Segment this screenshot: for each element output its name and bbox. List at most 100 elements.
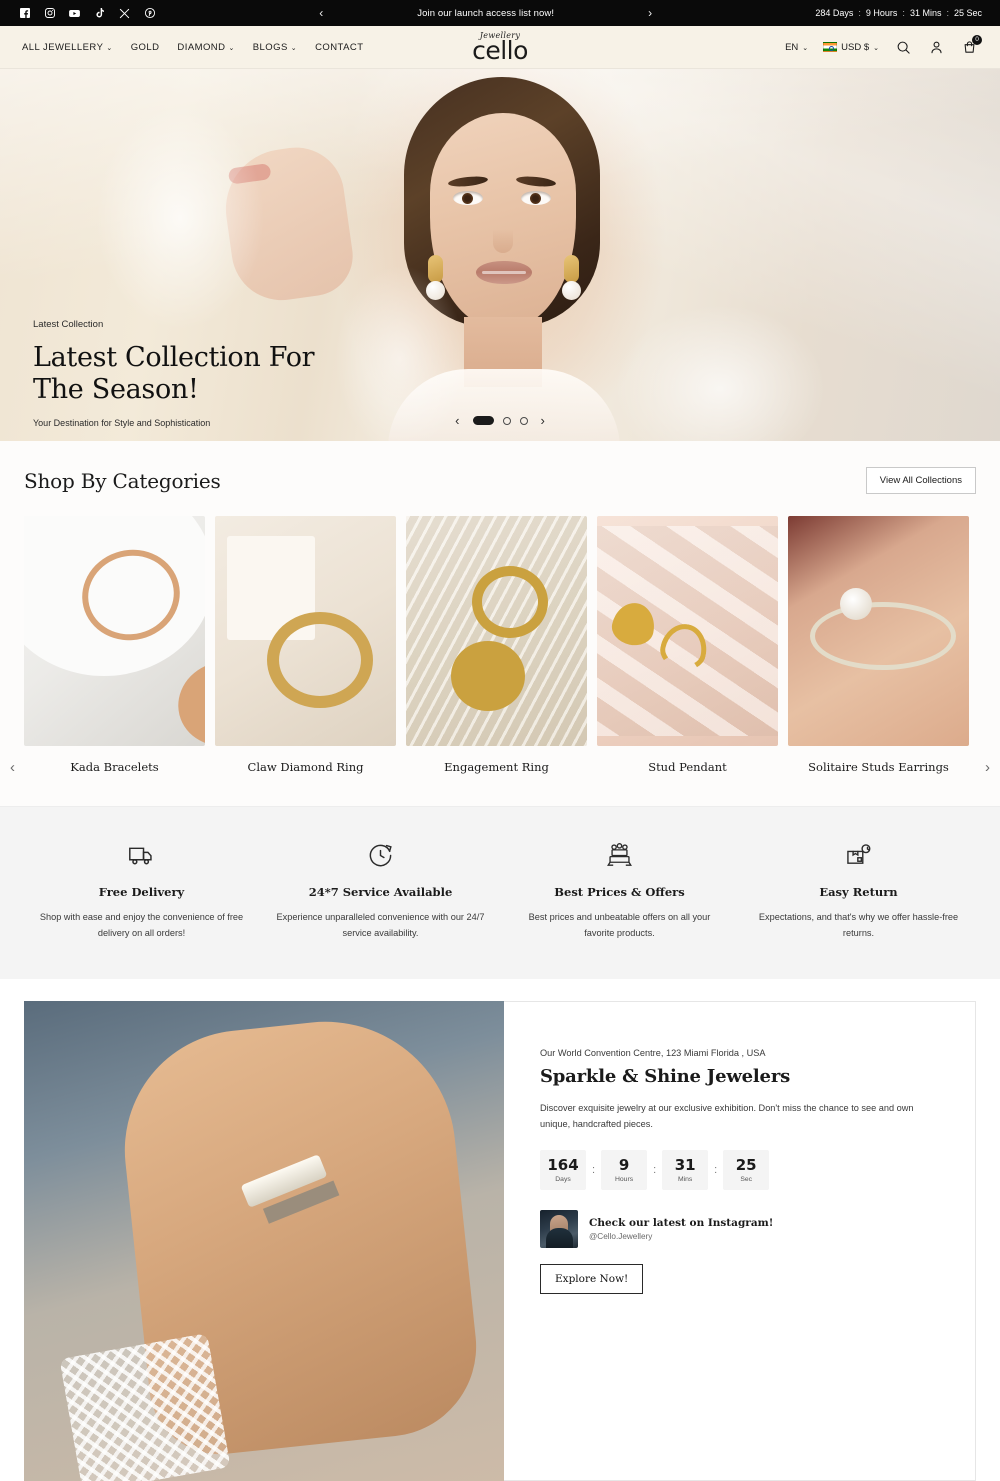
countdown-secs-box: 25 Sec [723, 1150, 770, 1191]
language-selector[interactable]: EN ⌄ [785, 42, 808, 53]
feature-best-prices: Best Prices & Offers Best prices and unb… [500, 839, 739, 941]
countdown-days-box: 164 Days [540, 1150, 586, 1191]
category-label: Claw Diamond Ring [247, 760, 364, 774]
facebook-icon[interactable] [18, 7, 31, 20]
best-price-badge-icon [514, 839, 725, 871]
model-earring-right [564, 255, 579, 283]
page-root: ‹ Join our launch access list now! › 284… [0, 0, 1000, 1481]
countdown-sep-1: : [858, 8, 861, 18]
youtube-icon[interactable] [68, 7, 81, 20]
nav-item-all-jewellery[interactable]: ALL JEWELLERY ⌄ [22, 42, 113, 53]
nav-item-diamond[interactable]: DIAMOND ⌄ [177, 42, 234, 53]
currency-selector[interactable]: USD $ ⌄ [823, 42, 879, 53]
hero-prev-button[interactable]: ‹ [455, 414, 459, 427]
model-earring-left [428, 255, 443, 283]
countdown-separator: : [592, 1164, 596, 1177]
chevron-down-icon: ⌄ [290, 44, 298, 52]
countdown-separator: : [653, 1164, 657, 1177]
model-nose [493, 219, 513, 253]
chevron-down-icon: ⌄ [873, 44, 879, 52]
announcement-next-button[interactable]: › [644, 7, 656, 19]
category-label: Stud Pendant [648, 760, 727, 774]
countdown-secs-value: 25 [735, 1156, 757, 1174]
category-card-solitaire-studs-earrings[interactable]: Solitaire Studs Earrings [788, 516, 969, 774]
exhibition-title: Sparkle & Shine Jewelers [540, 1066, 791, 1088]
announcement-carousel: ‹ Join our launch access list now! › [156, 7, 815, 19]
model-shoulder [388, 369, 620, 441]
categories-carousel: Kada Bracelets Claw Diamond Ring Engagem… [0, 516, 1000, 774]
announcement-bar: ‹ Join our launch access list now! › 284… [0, 0, 1000, 26]
countdown-secs-label: Sec [740, 1175, 753, 1183]
account-icon[interactable] [927, 38, 945, 56]
hero-dots [472, 416, 528, 425]
feature-description: Expectations, and that's why we offer ha… [758, 912, 959, 939]
view-all-collections-button[interactable]: View All Collections [865, 467, 976, 494]
category-card-engagement-ring[interactable]: Engagement Ring [406, 516, 587, 774]
category-card-kada-bracelets[interactable]: Kada Bracelets [24, 516, 205, 774]
countdown-hours-box: 9 Hours [601, 1150, 648, 1191]
countdown-mins: 31 Mins [909, 8, 942, 18]
site-header: ALL JEWELLERY ⌄ GOLD DIAMOND ⌄ BLOGS ⌄ C… [0, 26, 1000, 69]
main-navigation: ALL JEWELLERY ⌄ GOLD DIAMOND ⌄ BLOGS ⌄ C… [22, 42, 363, 53]
countdown-hours-label: Hours [614, 1175, 634, 1183]
hero-next-button[interactable]: › [541, 414, 545, 427]
countdown-hours: 9 Hours [865, 8, 898, 18]
announcement-prev-button[interactable]: ‹ [315, 7, 327, 19]
countdown-sep-2: : [902, 8, 905, 18]
tiktok-icon[interactable] [93, 7, 106, 20]
model-pearl-right [562, 281, 581, 300]
instagram-text: Check our latest on Instagram! @Cello.Je… [589, 1217, 773, 1241]
site-logo[interactable]: Jewellery cello [472, 31, 528, 63]
category-label: Kada Bracelets [70, 760, 159, 774]
chevron-down-icon: ⌄ [228, 44, 235, 52]
feature-description: Shop with ease and enjoy the convenience… [39, 912, 244, 939]
instagram-promo[interactable]: Check our latest on Instagram! @Cello.Je… [540, 1210, 939, 1249]
feature-title: 24*7 Service Available [308, 885, 453, 899]
countdown-hours-value: 9 [618, 1156, 630, 1174]
explore-now-button[interactable]: Explore Now! [540, 1264, 644, 1295]
model-lips [476, 261, 532, 284]
india-flag-icon [823, 42, 838, 52]
nav-label: CONTACT [315, 41, 364, 53]
model-pearl-left [426, 281, 445, 300]
feature-description: Experience unparalleled convenience with… [276, 912, 485, 939]
category-image [406, 516, 587, 746]
currency-label: USD $ [841, 41, 870, 53]
category-label: Engagement Ring [444, 760, 549, 774]
category-image [788, 516, 969, 746]
feature-free-delivery: Free Delivery Shop with ease and enjoy t… [22, 839, 261, 941]
exhibition-details-card: Our World Convention Centre, 123 Miami F… [504, 1001, 976, 1481]
language-label: EN [785, 41, 799, 53]
nav-item-gold[interactable]: GOLD [131, 42, 160, 53]
hero-dot-1[interactable] [472, 416, 494, 425]
hero-dot-2[interactable] [502, 416, 511, 425]
exhibition-section: Our World Convention Centre, 123 Miami F… [0, 979, 1000, 1481]
cart-count-badge: 0 [972, 35, 982, 45]
model-iris-right [530, 193, 541, 204]
social-links [18, 7, 156, 20]
categories-prev-button[interactable]: ‹ [10, 759, 15, 776]
category-image [597, 516, 778, 746]
instagram-icon[interactable] [43, 7, 56, 20]
model-iris-left [462, 193, 473, 204]
countdown-days-value: 164 [547, 1156, 579, 1174]
nav-item-blogs[interactable]: BLOGS ⌄ [253, 42, 297, 53]
categories-title: Shop By Categories [24, 468, 221, 493]
cart-icon[interactable]: 0 [960, 35, 982, 56]
nav-item-contact[interactable]: CONTACT [315, 42, 363, 53]
nav-label: GOLD [130, 41, 160, 53]
hero-dot-3[interactable] [519, 416, 528, 425]
categories-header: Shop By Categories View All Collections [0, 467, 1000, 494]
category-card-stud-pendant[interactable]: Stud Pendant [597, 516, 778, 774]
categories-section: Shop By Categories View All Collections … [0, 441, 1000, 806]
delivery-truck-icon [36, 839, 247, 871]
exhibition-address: Our World Convention Centre, 123 Miami F… [540, 1048, 766, 1059]
pinterest-icon[interactable] [143, 7, 156, 20]
instagram-headline: Check our latest on Instagram! [589, 1217, 774, 1230]
nav-label: ALL JEWELLERY [22, 41, 104, 53]
categories-next-button[interactable]: › [985, 759, 990, 776]
search-icon[interactable] [894, 38, 912, 56]
x-twitter-icon[interactable] [118, 7, 131, 20]
category-card-claw-diamond-ring[interactable]: Claw Diamond Ring [215, 516, 396, 774]
countdown-mins-value: 31 [674, 1156, 696, 1174]
